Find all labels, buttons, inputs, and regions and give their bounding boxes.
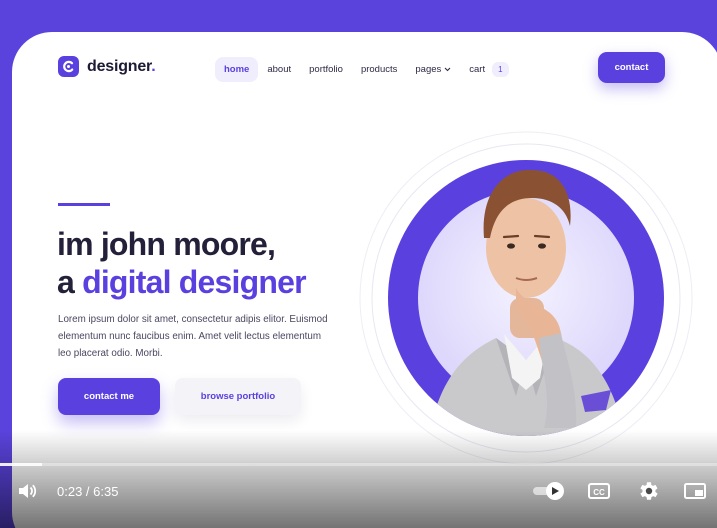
nav-item-portfolio[interactable]: portfolio <box>300 57 352 82</box>
video-time-display: 0:23 / 6:35 <box>57 484 119 499</box>
nav-item-home[interactable]: home <box>215 57 259 82</box>
cart-count-badge: 1 <box>492 62 509 77</box>
captions-icon[interactable]: CC <box>587 481 611 501</box>
chevron-down-icon <box>444 67 451 72</box>
hero-title: im john moore, a digital designer <box>57 225 307 301</box>
site-logo[interactable]: designer. <box>58 56 156 77</box>
main-nav: home about portfolio products pages cart… <box>215 55 518 84</box>
hero-title-line2-prefix: a <box>57 264 83 300</box>
video-controls: 0:23 / 6:35 CC <box>0 476 717 508</box>
autoplay-toggle-icon[interactable] <box>531 481 567 501</box>
video-progress-fill <box>0 463 42 466</box>
miniplayer-icon[interactable] <box>683 481 707 501</box>
svg-text:CC: CC <box>593 488 605 497</box>
hero-title-line1: im john moore, <box>57 226 276 262</box>
volume-icon[interactable] <box>16 480 38 502</box>
nav-item-products[interactable]: products <box>352 57 406 82</box>
contact-button[interactable]: contact <box>598 52 665 83</box>
settings-icon[interactable] <box>636 479 660 503</box>
browse-portfolio-button[interactable]: browse portfolio <box>175 378 301 415</box>
nav-item-pages[interactable]: pages <box>406 57 460 82</box>
video-progress-bar[interactable] <box>0 463 717 466</box>
contact-me-button[interactable]: contact me <box>58 378 160 415</box>
portrait-image <box>356 128 696 468</box>
logo-text: designer. <box>87 57 156 75</box>
nav-item-cart[interactable]: cart 1 <box>460 55 517 84</box>
accent-line <box>58 203 110 206</box>
logo-mark-icon <box>58 56 79 77</box>
nav-item-about[interactable]: about <box>258 57 300 82</box>
hero-description: Lorem ipsum dolor sit amet, consectetur … <box>58 314 328 359</box>
hero-title-highlight: digital designer <box>82 264 306 300</box>
